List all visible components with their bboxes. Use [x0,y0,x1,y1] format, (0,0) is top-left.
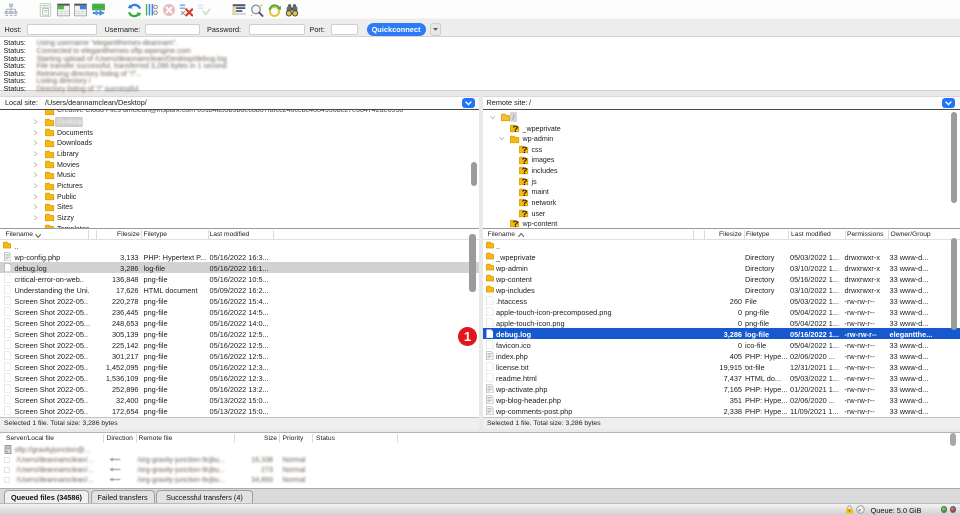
svg-text:?: ? [522,145,528,156]
svg-text:?: ? [522,209,528,220]
svg-text:?: ? [522,156,528,167]
svg-text:?: ? [522,188,528,199]
svg-text:?: ? [522,198,528,209]
svg-text:?: ? [522,166,528,177]
svg-text:?: ? [522,177,528,188]
svg-text:?: ? [513,124,519,135]
svg-text:?: ? [513,220,519,228]
